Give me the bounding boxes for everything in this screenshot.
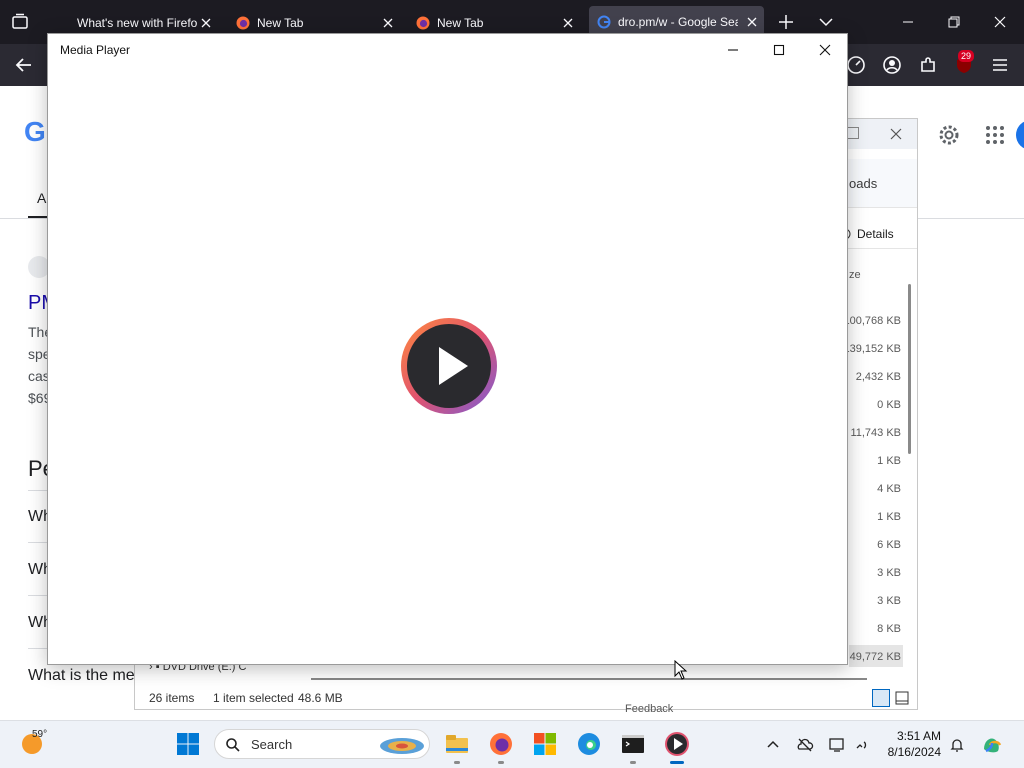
horizontal-scrollbar[interactable] xyxy=(311,678,867,680)
active-app-indicator xyxy=(670,761,684,764)
search-label: Search xyxy=(251,737,293,752)
onedrive-offline-icon[interactable] xyxy=(796,736,814,754)
new-tab-plus-icon[interactable] xyxy=(776,12,796,32)
edge-icon[interactable] xyxy=(576,731,602,757)
windows-start-icon[interactable] xyxy=(175,731,201,757)
extensions-puzzle-icon[interactable] xyxy=(916,53,940,77)
google-apps-grid-icon[interactable] xyxy=(984,124,1006,146)
tab-title: New Tab xyxy=(437,16,484,30)
notification-bell-icon[interactable] xyxy=(948,736,966,754)
google-logo[interactable]: G xyxy=(24,116,46,148)
search-icon xyxy=(226,738,240,752)
tiles-view-icon[interactable] xyxy=(895,691,909,705)
media-player-icon[interactable] xyxy=(664,731,690,757)
details-view-button[interactable] xyxy=(872,689,890,707)
clock-date[interactable]: 8/16/2024 xyxy=(856,745,941,759)
status-item-count: 26 items xyxy=(149,691,195,705)
file-explorer-icon[interactable] xyxy=(444,731,470,757)
tab-title: New Tab xyxy=(257,16,304,30)
back-arrow-icon[interactable] xyxy=(12,53,36,77)
status-selection-size: 48.6 MB xyxy=(298,691,343,705)
display-icon[interactable] xyxy=(828,736,846,754)
close-tab-icon[interactable] xyxy=(198,15,214,31)
play-icon[interactable] xyxy=(399,316,499,416)
close-tab-icon[interactable] xyxy=(744,14,760,30)
close-tab-icon[interactable] xyxy=(560,15,576,31)
question-item[interactable]: What is the me xyxy=(28,667,135,685)
google-icon xyxy=(597,15,611,29)
running-indicator xyxy=(498,761,504,764)
account-icon[interactable] xyxy=(880,53,904,77)
firefox-icon[interactable] xyxy=(488,731,514,757)
maximize-icon[interactable] xyxy=(769,40,789,60)
weather-temperature: 59° xyxy=(32,729,48,740)
tab-title: dro.pm/w - Google Search xyxy=(618,15,738,29)
search-tab-all[interactable]: A xyxy=(37,190,46,206)
vertical-scrollbar[interactable] xyxy=(908,284,911,454)
minimize-icon[interactable] xyxy=(898,12,918,32)
avatar[interactable] xyxy=(1016,120,1024,150)
close-window-icon[interactable] xyxy=(990,12,1010,32)
list-all-tabs-chevron-icon[interactable] xyxy=(816,12,836,32)
tab-list-icon[interactable] xyxy=(8,10,32,34)
details-button[interactable]: Details xyxy=(857,227,894,241)
clock-time[interactable]: 3:51 AM xyxy=(896,729,941,743)
running-indicator xyxy=(630,761,636,764)
restore-icon[interactable] xyxy=(944,12,964,32)
downloads-tab-label[interactable]: oads xyxy=(849,176,877,191)
terminal-icon[interactable] xyxy=(620,731,646,757)
window-title: Media Player xyxy=(60,43,131,57)
settings-gear-icon[interactable] xyxy=(936,122,962,148)
mouse-cursor-icon xyxy=(674,660,688,680)
show-hidden-icons-chevron-icon[interactable] xyxy=(764,736,782,754)
tab-title: What's new with Firefox xyxy=(77,16,197,30)
hamburger-menu-icon[interactable] xyxy=(988,53,1012,77)
explorer-status-bar: 26 items 1 item selected 48.6 MB xyxy=(135,685,917,709)
taskbar-search-box[interactable]: Search xyxy=(214,729,430,759)
running-indicator xyxy=(454,761,460,764)
status-selection: 1 item selected xyxy=(213,691,294,705)
close-tab-icon[interactable] xyxy=(380,15,396,31)
search-highlight-art-icon xyxy=(380,738,424,754)
microsoft-store-icon[interactable] xyxy=(532,731,558,757)
column-header-size[interactable]: ze xyxy=(849,269,861,281)
feedback-link[interactable]: Feedback xyxy=(625,703,673,715)
close-icon[interactable] xyxy=(815,40,835,60)
copilot-icon[interactable] xyxy=(980,733,1004,757)
close-window-icon[interactable] xyxy=(887,125,905,143)
media-player-window: Media Player xyxy=(47,33,848,665)
firefox-icon xyxy=(416,16,430,30)
maximize-icon[interactable] xyxy=(847,127,859,139)
firefox-icon xyxy=(236,16,250,30)
extension-badge-count: 29 xyxy=(958,50,975,62)
minimize-icon[interactable] xyxy=(723,40,743,60)
